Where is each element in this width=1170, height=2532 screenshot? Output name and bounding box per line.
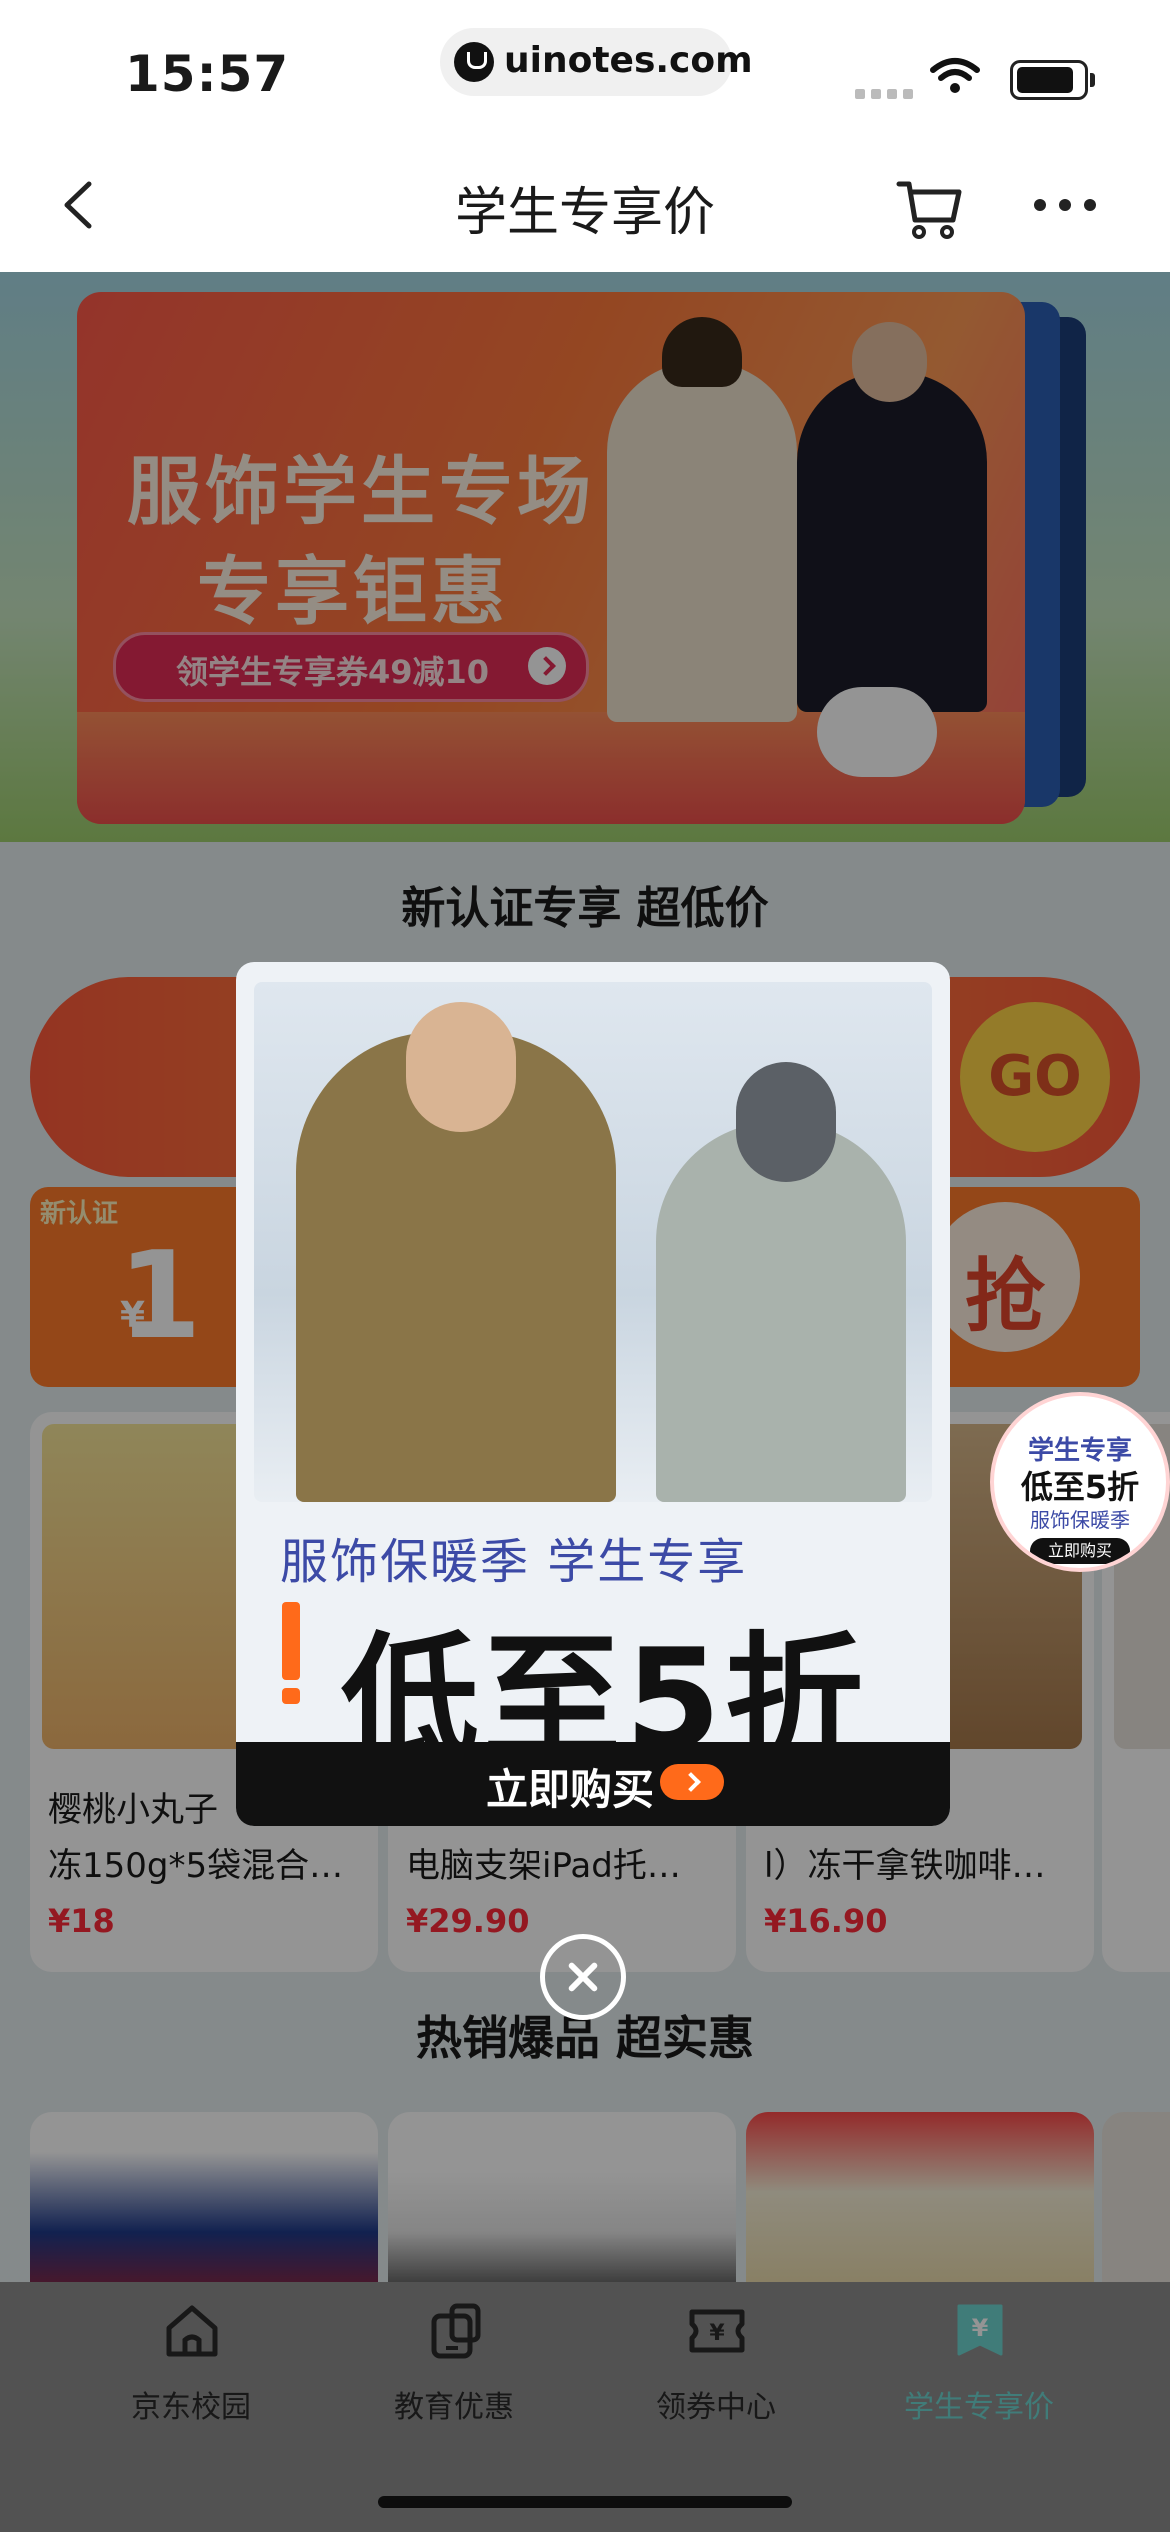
battery-icon [1010, 60, 1095, 100]
floating-promo-badge[interactable]: 学生专享 低至5折 服饰保暖季 立即购买 [990, 1392, 1170, 1572]
wifi-icon [930, 58, 980, 93]
model-image [296, 1002, 616, 1502]
arrow-right-icon [660, 1764, 724, 1800]
model-image [656, 1062, 906, 1502]
exclamation-icon [278, 1602, 304, 1704]
buy-now-label: 立即购买 [486, 1765, 655, 1814]
status-bar: 15:57 uinotes.com [0, 0, 1170, 140]
nav-bar: 学生专享价 [0, 140, 1170, 272]
cart-icon[interactable] [895, 178, 965, 240]
url-text: uinotes.com [504, 40, 753, 81]
home-indicator [378, 2496, 792, 2508]
promo-popup[interactable]: 服饰保暖季 学生专享 低至5折 立即购买 [236, 962, 950, 1826]
buy-now-button[interactable]: 立即购买 [236, 1742, 950, 1826]
more-icon[interactable] [1030, 195, 1100, 215]
status-time: 15:57 [125, 45, 290, 103]
url-pill[interactable]: uinotes.com [440, 28, 753, 96]
close-popup-icon[interactable] [540, 1934, 626, 2020]
page-title: 学生专享价 [454, 183, 715, 243]
site-logo-icon [454, 42, 494, 82]
popup-subtitle: 服饰保暖季 学生专享 [280, 1534, 748, 1590]
signal-icon [855, 84, 919, 103]
